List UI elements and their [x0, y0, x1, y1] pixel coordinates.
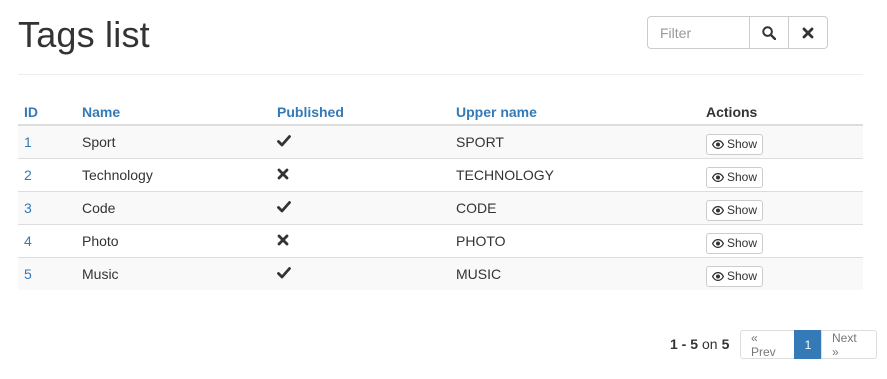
tags-table: ID Name Published Upper name Actions 1 Sp… — [18, 99, 863, 290]
show-button[interactable]: Show — [706, 133, 764, 155]
close-icon — [802, 27, 814, 38]
page-title: Tags list — [18, 14, 150, 55]
check-icon — [277, 266, 291, 279]
cell-id: 1 — [18, 125, 76, 158]
show-button-label: Show — [727, 137, 758, 152]
pagination-range: 1 - 5 — [670, 336, 699, 352]
cell-name: Music — [76, 256, 271, 290]
published-indicator — [277, 234, 289, 246]
cell-published — [271, 223, 450, 257]
eye-icon — [712, 205, 724, 215]
cell-published — [271, 157, 450, 191]
cell-upper-name: MUSIC — [450, 256, 700, 290]
cell-name: Photo — [76, 223, 271, 257]
check-icon — [277, 200, 291, 212]
cell-published — [271, 125, 450, 158]
clear-filter-button[interactable] — [789, 16, 828, 49]
eye-icon — [712, 271, 724, 281]
eye-icon — [712, 172, 724, 182]
show-button-label: Show — [727, 236, 758, 250]
tag-id-link[interactable]: 2 — [24, 167, 32, 183]
eye-icon — [712, 139, 724, 149]
cell-id: 4 — [18, 223, 76, 257]
cell-actions: Show — [700, 256, 863, 290]
filter-input[interactable] — [647, 16, 750, 49]
sort-by-name-link[interactable]: Name — [82, 104, 120, 120]
header-divider — [18, 74, 863, 75]
table-header-row: ID Name Published Upper name Actions — [18, 99, 863, 126]
tag-id-link[interactable]: 3 — [24, 200, 32, 216]
tag-id-link[interactable]: 5 — [24, 266, 32, 282]
sort-by-published-link[interactable]: Published — [277, 104, 344, 120]
cell-upper-name: SPORT — [450, 125, 700, 158]
published-indicator — [277, 266, 291, 279]
cell-id: 3 — [18, 190, 76, 224]
filter-group — [647, 16, 828, 49]
show-button-label: Show — [727, 269, 758, 284]
tag-id-link[interactable]: 1 — [24, 134, 32, 150]
cell-upper-name: CODE — [450, 190, 700, 224]
table-row: 3 Code CODE Show — [18, 190, 863, 224]
show-button[interactable]: Show — [706, 199, 764, 221]
cell-name: Sport — [76, 125, 271, 158]
show-button[interactable]: Show — [706, 265, 764, 287]
cell-id: 2 — [18, 157, 76, 191]
cross-icon — [277, 168, 289, 179]
tags-table-body: 1 Sport SPORT Show 2 Technology TECHNOLOGY Show… — [18, 125, 863, 290]
cell-id: 5 — [18, 256, 76, 290]
cell-name: Technology — [76, 157, 271, 191]
eye-icon — [712, 238, 724, 248]
pagination: « Prev 1 Next » — [740, 330, 877, 359]
show-button[interactable]: Show — [706, 232, 764, 254]
cell-actions: Show — [700, 223, 863, 257]
search-icon — [762, 25, 776, 40]
cell-published — [271, 256, 450, 290]
sort-by-id-link[interactable]: ID — [24, 104, 38, 120]
table-row: 1 Sport SPORT Show — [18, 125, 863, 158]
table-row: 2 Technology TECHNOLOGY Show — [18, 157, 863, 191]
search-button[interactable] — [750, 16, 789, 49]
pagination-summary: 1 - 5 on 5 — [670, 330, 729, 358]
tag-id-link[interactable]: 4 — [24, 233, 32, 249]
published-indicator — [277, 200, 291, 213]
column-header-actions: Actions — [700, 99, 863, 126]
cell-published — [271, 190, 450, 224]
column-header-upper-name[interactable]: Upper name — [450, 99, 700, 126]
pagination-on-word: on — [702, 336, 718, 352]
cell-actions: Show — [700, 125, 863, 158]
column-header-name[interactable]: Name — [76, 99, 271, 126]
cell-upper-name: PHOTO — [450, 223, 700, 257]
table-row: 4 Photo PHOTO Show — [18, 223, 863, 257]
cell-actions: Show — [700, 190, 863, 224]
next-page-button[interactable]: Next » — [821, 330, 877, 359]
sort-by-upper-name-link[interactable]: Upper name — [456, 104, 537, 120]
cell-upper-name: TECHNOLOGY — [450, 157, 700, 191]
column-header-id[interactable]: ID — [18, 99, 76, 126]
page-1-button[interactable]: 1 — [794, 330, 822, 359]
cross-icon — [277, 234, 289, 245]
show-button-label: Show — [727, 203, 758, 217]
published-indicator — [277, 134, 291, 147]
published-indicator — [277, 168, 289, 180]
cell-actions: Show — [700, 157, 863, 191]
show-button-label: Show — [727, 170, 758, 184]
show-button[interactable]: Show — [706, 166, 764, 188]
check-icon — [277, 134, 291, 147]
cell-name: Code — [76, 190, 271, 224]
prev-page-button[interactable]: « Prev — [740, 330, 795, 359]
pagination-total: 5 — [721, 336, 730, 352]
column-header-published[interactable]: Published — [271, 99, 450, 126]
table-row: 5 Music MUSIC Show — [18, 256, 863, 290]
